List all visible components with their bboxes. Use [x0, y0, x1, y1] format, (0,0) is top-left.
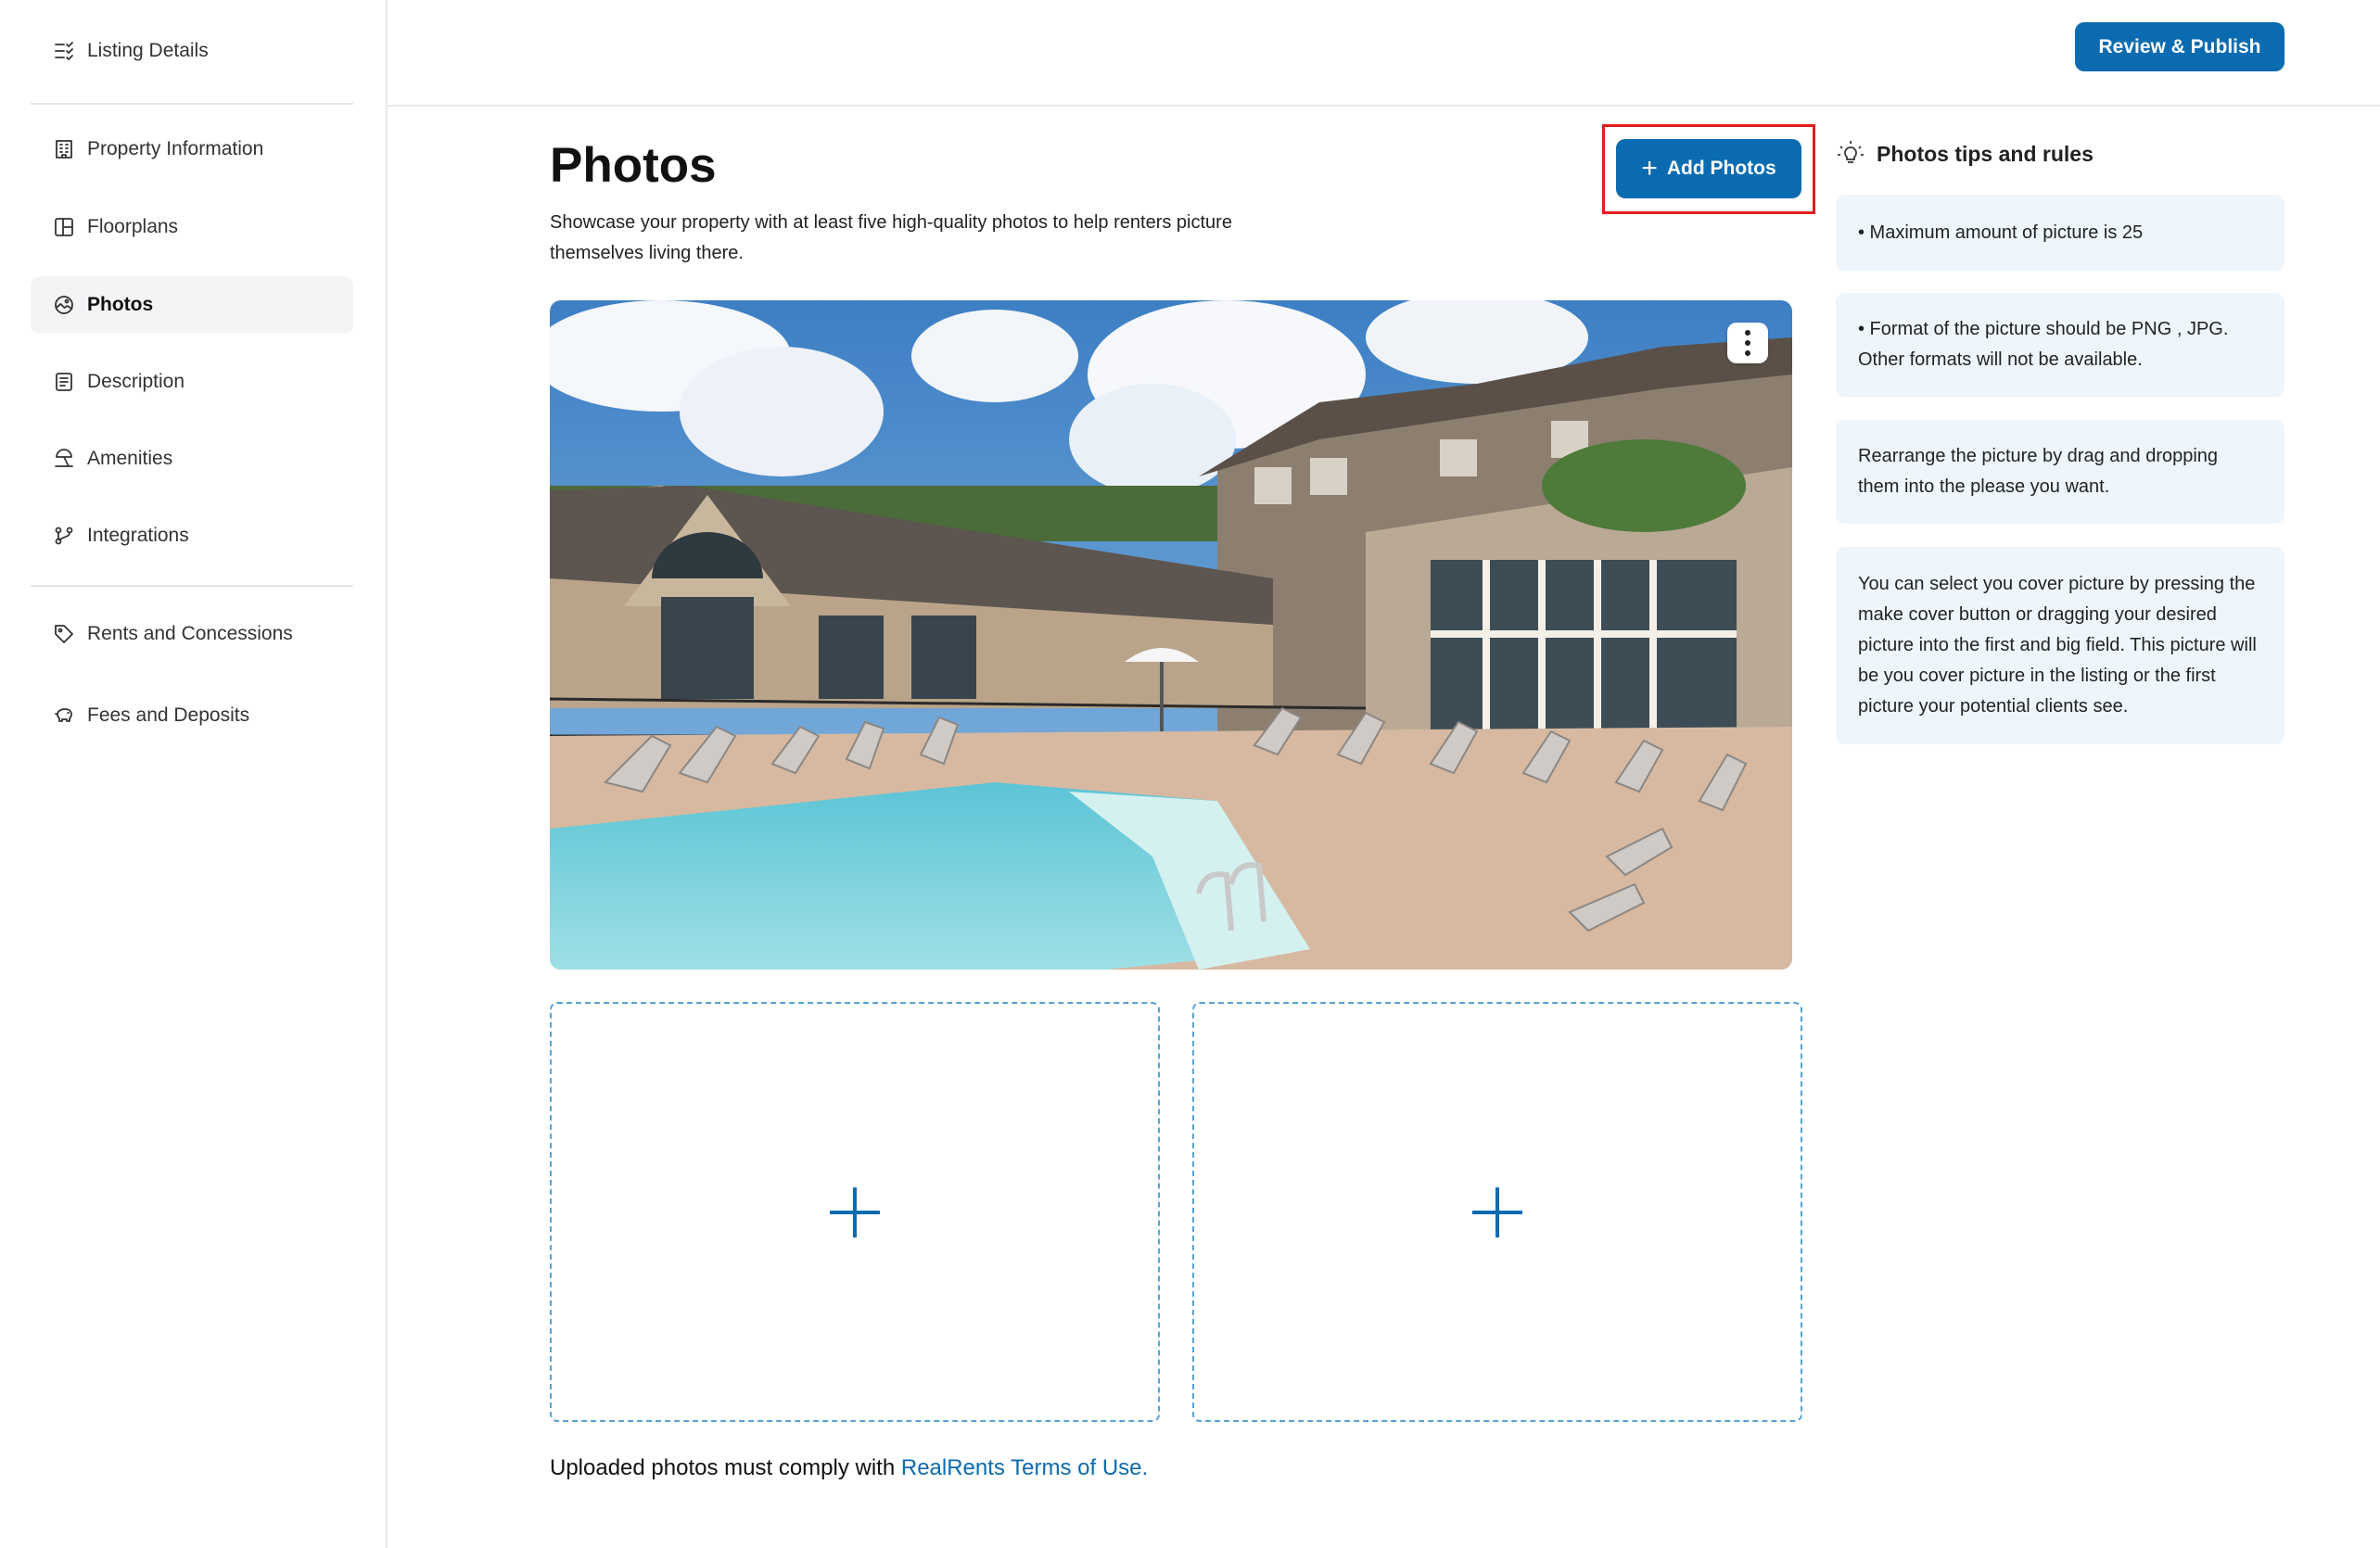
more-dot [1745, 350, 1750, 356]
tip-card: • Maximum amount of picture is 25 [1836, 195, 2285, 271]
description-icon [52, 370, 76, 394]
lightbulb-icon [1838, 141, 1864, 163]
sidebar-item-label: Photos [87, 294, 154, 315]
cover-photo[interactable] [550, 300, 1792, 970]
tip-card: Rearrange the picture by drag and droppi… [1836, 420, 2285, 524]
plus-icon [1472, 1186, 1522, 1237]
sidebar-item-floorplans[interactable]: Floorplans [31, 198, 353, 256]
sidebar-item-property-information[interactable]: Property Information [31, 121, 353, 178]
divider [31, 585, 353, 587]
sidebar-item-fees-and-deposits[interactable]: Fees and Deposits [31, 687, 353, 744]
photos-icon [52, 293, 76, 317]
photo-upload-slot[interactable] [550, 1002, 1160, 1422]
photo-upload-slot[interactable] [1192, 1002, 1802, 1422]
terms-notice: Uploaded photos must comply with RealRen… [550, 1455, 1148, 1481]
pool-courtyard-image [550, 300, 1792, 970]
sidebar-item-photos[interactable]: Photos [31, 276, 353, 334]
checklist-icon [52, 39, 76, 63]
sidebar-item-label: Description [87, 371, 185, 392]
tip-text: Rearrange the picture by drag and droppi… [1858, 446, 2219, 497]
add-photos-button[interactable]: + Add Photos [1616, 139, 1801, 198]
sidebar-item-description[interactable]: Description [31, 353, 353, 411]
tip-card: • Format of the picture should be PNG , … [1836, 293, 2285, 397]
more-options-button[interactable] [1727, 323, 1768, 363]
add-photos-label: Add Photos [1666, 158, 1776, 179]
tip-text: • Maximum amount of picture is 25 [1858, 222, 2144, 243]
sidebar-item-integrations[interactable]: Integrations [31, 507, 353, 565]
sidebar-item-listing-details[interactable]: Listing Details [31, 22, 353, 80]
review-publish-button[interactable]: Review & Publish [2075, 22, 2285, 71]
tip-text: • Format of the picture should be PNG , … [1858, 319, 2229, 370]
tips-header: Photos tips and rules [1836, 139, 2094, 169]
sidebar-item-label: Floorplans [87, 216, 179, 237]
terms-of-use-link[interactable]: RealRents Terms of Use. [901, 1455, 1148, 1480]
piggy-bank-icon [52, 704, 76, 728]
tip-card: You can select you cover picture by pres… [1836, 547, 2285, 744]
sidebar: Listing Details Property Information Flo… [0, 0, 388, 1548]
sidebar-item-label: Property Information [87, 138, 264, 159]
page-title: Photos [550, 138, 717, 193]
tag-icon [52, 622, 76, 646]
amenities-icon [52, 447, 76, 471]
sidebar-item-amenities[interactable]: Amenities [31, 430, 353, 488]
sidebar-item-rents-and-concessions[interactable]: Rents and Concessions [31, 605, 353, 663]
terms-text: Uploaded photos must comply with [550, 1455, 901, 1480]
tips-title: Photos tips and rules [1877, 141, 2094, 166]
building-icon [52, 137, 76, 161]
sidebar-item-label: Integrations [87, 525, 189, 546]
more-dot [1745, 340, 1750, 346]
floorplan-icon [52, 215, 76, 239]
divider [31, 103, 353, 105]
sidebar-item-label: Listing Details [87, 40, 209, 61]
plus-icon [830, 1186, 880, 1237]
plus-icon: + [1641, 153, 1658, 184]
tip-text: You can select you cover picture by pres… [1858, 574, 2257, 717]
sidebar-item-label: Fees and Deposits [87, 704, 250, 726]
sidebar-item-label: Rents and Concessions [87, 623, 293, 644]
page-description: Showcase your property with at least fiv… [550, 212, 1232, 263]
sidebar-item-label: Amenities [87, 448, 173, 469]
more-dot [1745, 330, 1750, 336]
integrations-icon [52, 524, 76, 548]
